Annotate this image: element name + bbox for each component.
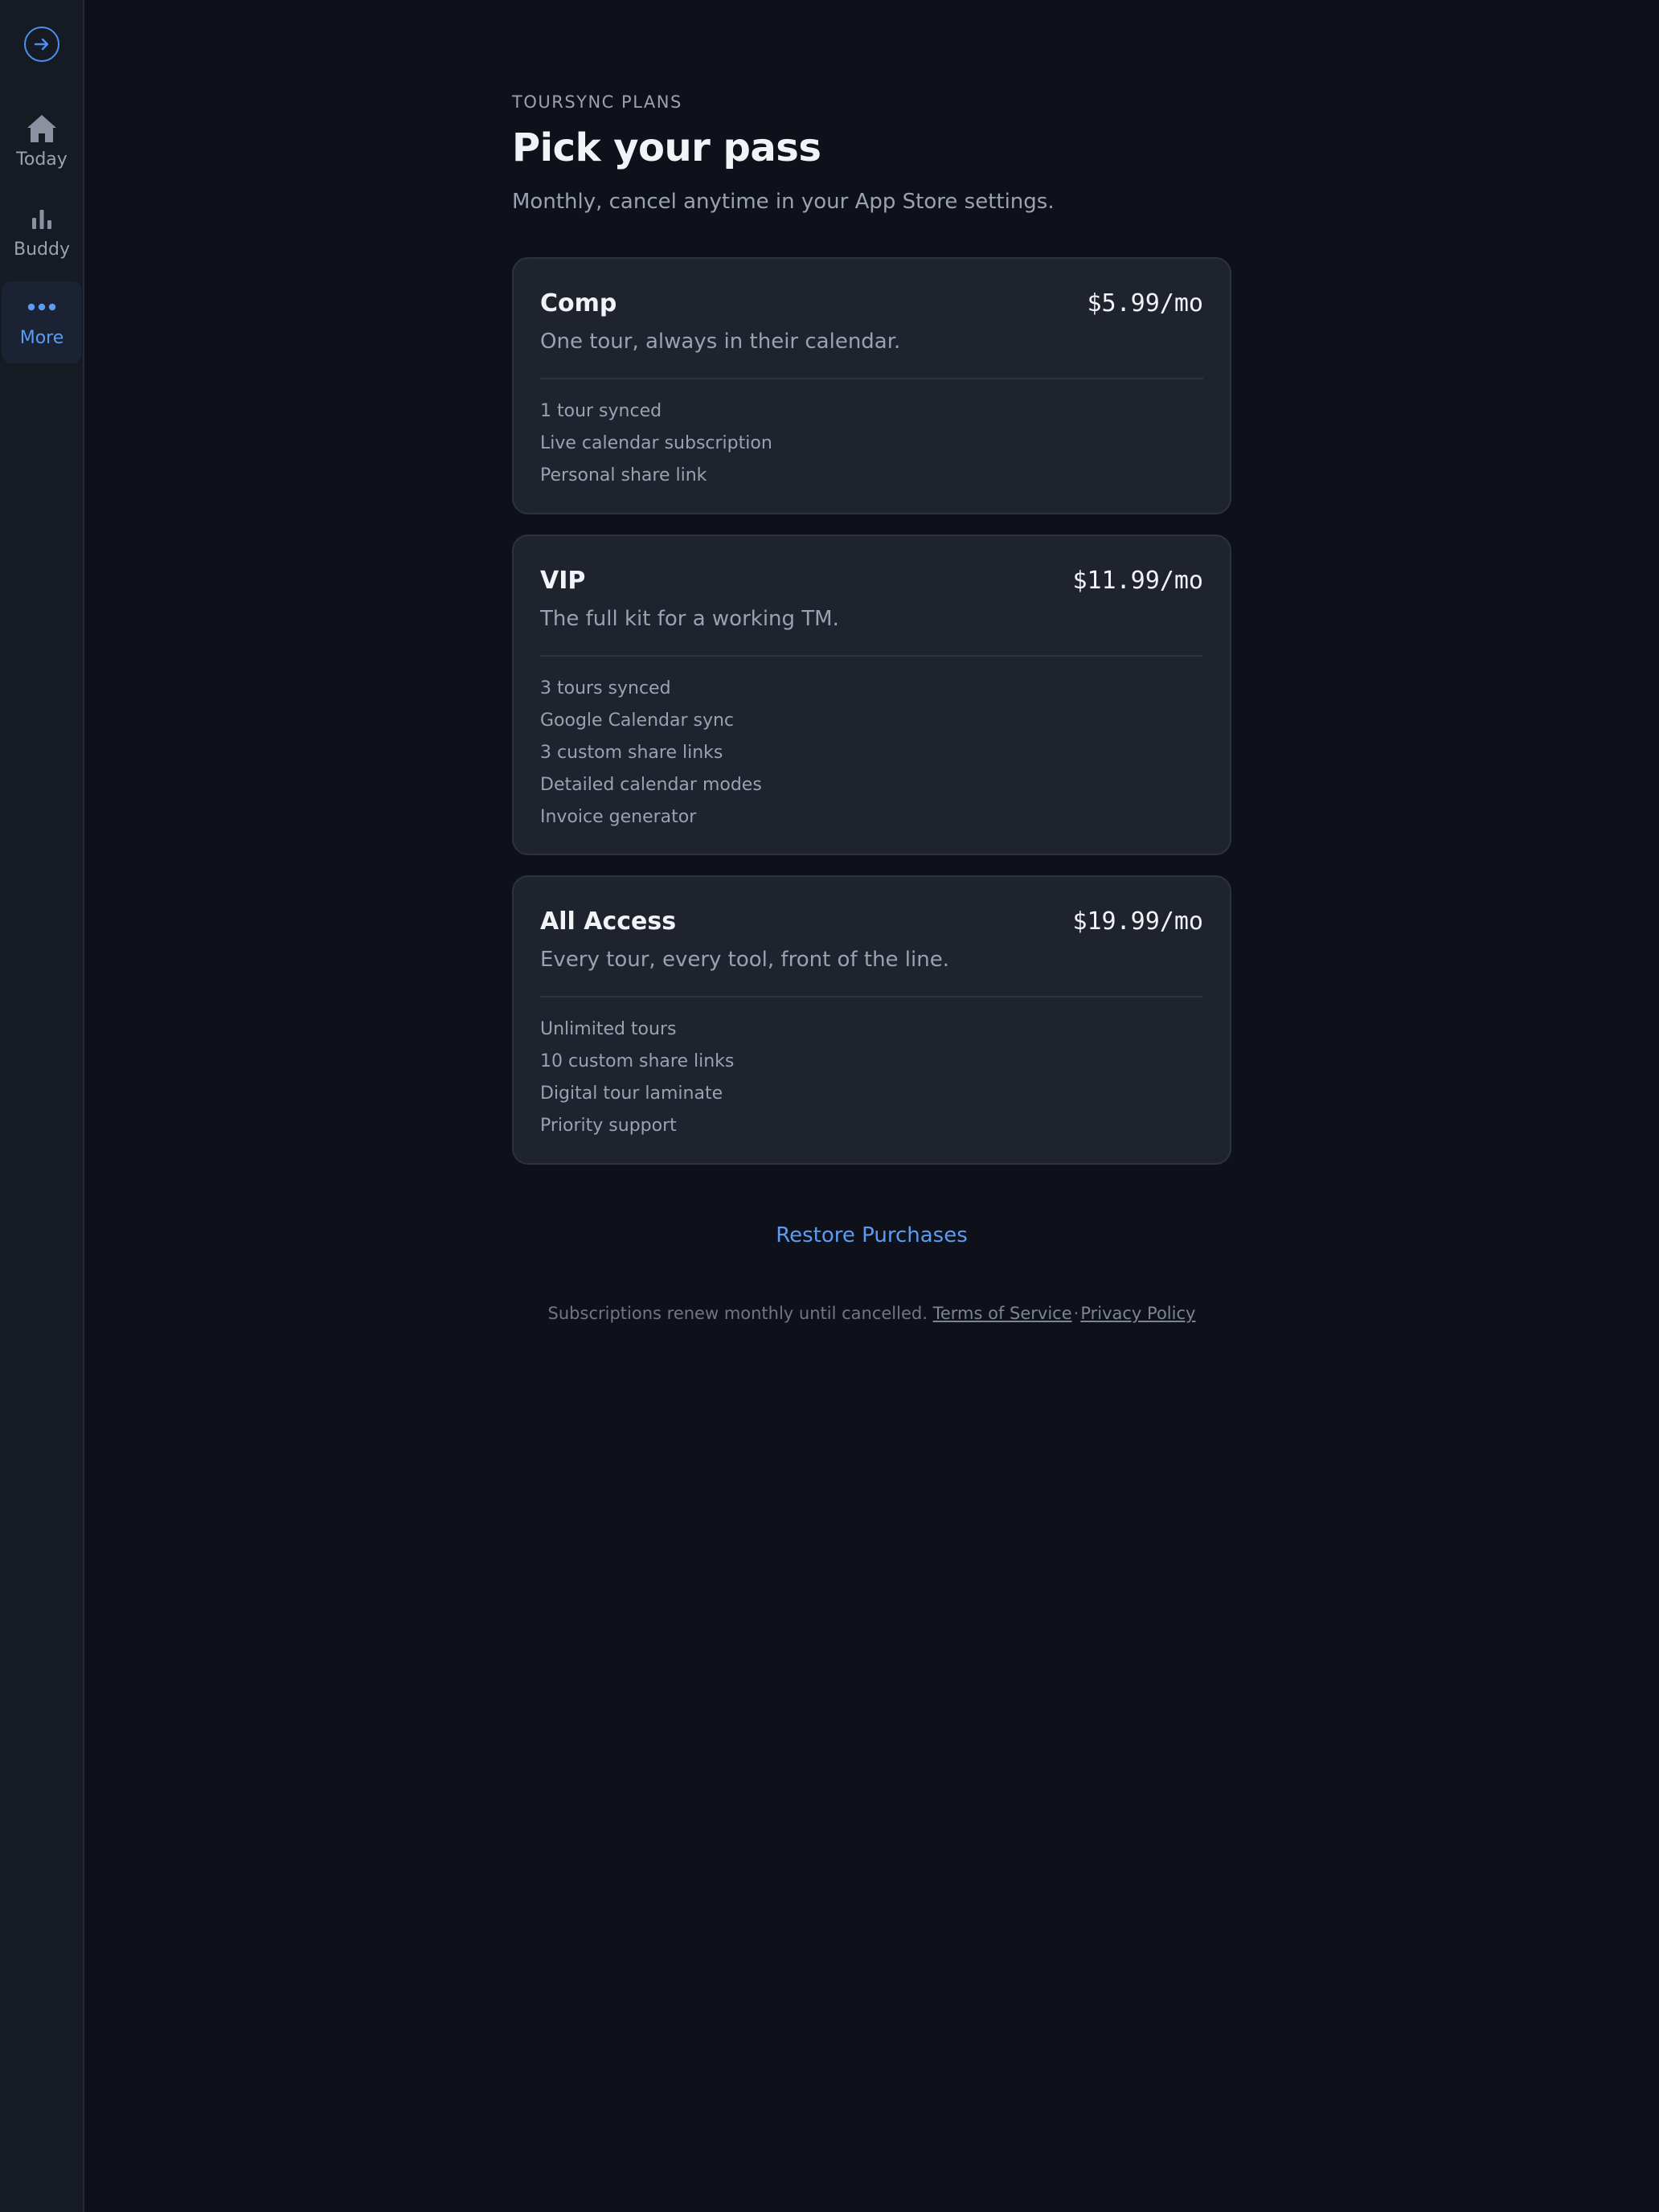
sidebar-item-label: Buddy [14,240,70,260]
plan-description: One tour, always in their calendar. [540,330,901,354]
plan-card-all-access[interactable]: All Access $19.99/mo Every tour, every t… [512,875,1231,1165]
legal-separator: · [1073,1304,1079,1323]
plan-description: The full kit for a working TM. [540,607,839,631]
feature-item: 1 tour synced [540,401,662,421]
plan-description: Every tour, every tool, front of the lin… [540,948,949,972]
page-subtitle: Monthly, cancel anytime in your App Stor… [512,190,1055,214]
legal-text: Subscriptions renew monthly until cancel… [547,1304,928,1323]
feature-list: 3 tours synced Google Calendar sync 3 cu… [540,674,762,835]
plan-price: $5.99/mo [1087,289,1204,317]
home-icon [26,109,58,148]
feature-item: 10 custom share links [540,1051,735,1071]
plan-name: All Access [540,907,677,936]
feature-item: 3 tours synced [540,678,671,698]
sidebar-item-today[interactable]: Today [2,103,82,185]
sidebar-item-buddy[interactable]: Buddy [2,193,82,275]
plan-name: Comp [540,289,617,317]
feature-item: Detailed calendar modes [540,775,762,795]
divider [540,378,1203,379]
feature-item: Unlimited tours [540,1019,677,1039]
privacy-policy-link[interactable]: Privacy Policy [1080,1304,1195,1323]
feature-item: Invoice generator [540,807,697,827]
bar-chart-icon [30,199,54,238]
more-dots-icon [27,288,56,326]
restore-purchases-button[interactable]: Restore Purchases [512,1223,1231,1247]
sidebar-item-label: More [19,328,64,348]
legal-footer: Subscriptions renew monthly until cancel… [512,1304,1231,1323]
plan-card-vip[interactable]: VIP $11.99/mo The full kit for a working… [512,535,1231,855]
feature-item: Digital tour laminate [540,1083,723,1104]
page-title: Pick your pass [512,125,821,170]
sidebar-toggle-button[interactable] [24,27,59,62]
eyebrow-label: TOURSYNC PLANS [512,92,682,112]
sidebar-item-more[interactable]: More [2,281,82,363]
divider [540,996,1203,997]
feature-item: Google Calendar sync [540,711,735,731]
sidebar: Today Buddy More [0,0,84,2212]
feature-item: Priority support [540,1116,677,1136]
sidebar-item-label: Today [16,150,68,170]
divider [540,655,1203,657]
plan-name: VIP [540,567,586,595]
arrow-right-circle-icon [34,38,49,51]
feature-list: Unlimited tours 10 custom share links Di… [540,1015,734,1144]
plan-price: $19.99/mo [1072,907,1203,936]
feature-item: 3 custom share links [540,743,723,763]
plan-price: $11.99/mo [1072,567,1203,595]
feature-list: 1 tour synced Live calendar subscription… [540,397,772,494]
feature-item: Personal share link [540,465,707,485]
feature-item: Live calendar subscription [540,433,772,453]
terms-of-service-link[interactable]: Terms of Service [933,1304,1072,1323]
plan-card-comp[interactable]: Comp $5.99/mo One tour, always in their … [512,257,1231,514]
